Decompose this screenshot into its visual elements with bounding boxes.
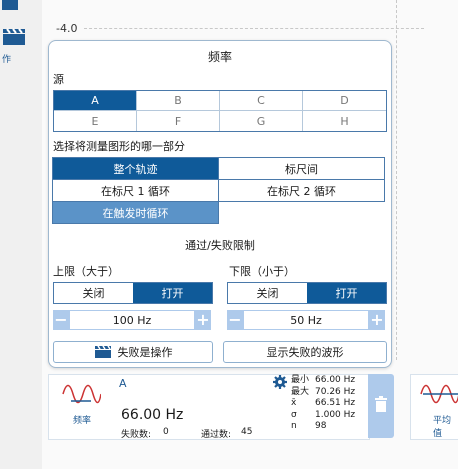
part-ruler1-cycle-button[interactable]: 在标尺 1 循环 (52, 179, 219, 202)
lower-off-button[interactable]: 关闭 (228, 283, 307, 303)
part-label: 选择将测量图形的哪一部分 (53, 140, 185, 153)
stat-key: n (291, 421, 297, 431)
fail-count-label: 失败数: (121, 430, 152, 440)
stat-value: 66.00 Hz (315, 375, 356, 385)
delete-measurement-button[interactable] (368, 374, 394, 438)
limits-title: 通过/失败限制 (185, 239, 255, 252)
measurement-source: A (119, 377, 127, 390)
gear-icon[interactable] (273, 375, 287, 389)
part-ruler2-cycle-button[interactable]: 在标尺 2 循环 (218, 179, 385, 202)
source-e-button[interactable]: E (54, 111, 137, 131)
stat-value: 66.51 Hz (315, 398, 356, 408)
stat-key: 最小 (291, 375, 310, 385)
source-f-button[interactable]: F (137, 111, 220, 131)
upper-limit-label: 上限（大于） (53, 265, 119, 278)
trash-icon (375, 396, 387, 412)
minus-icon[interactable]: − (53, 310, 69, 330)
stat-value: 1.000 Hz (315, 409, 356, 420)
fail-action-button[interactable]: 失败是操作 (53, 341, 213, 363)
gridline (396, 0, 397, 360)
stat-key: σ (291, 409, 297, 420)
measurement-value: 66.00 Hz (121, 407, 184, 423)
edit-icon[interactable] (2, 0, 18, 10)
stat-value: 70.26 Hz (315, 386, 356, 397)
source-a-button[interactable]: A (54, 91, 137, 111)
lower-limit-value[interactable]: 50 Hz (243, 310, 369, 330)
part-empty-cell (218, 201, 385, 224)
clapperboard-icon (94, 345, 111, 358)
lower-limit-stepper: − 50 Hz + (227, 310, 385, 330)
source-c-button[interactable]: C (220, 91, 303, 111)
measurement-name: 平均值 (433, 416, 452, 439)
source-grid: A B C D E F G H (53, 90, 387, 132)
upper-limit-toggle: 关闭 打开 (53, 282, 213, 304)
source-h-button[interactable]: H (303, 111, 386, 131)
part-grid: 整个轨迹 标尺间 在标尺 1 循环 在标尺 2 循环 在触发时循环 (52, 157, 385, 224)
left-toolbar: 作 (0, 0, 42, 469)
stats-keys: 最小 最大 x̄ σ n (291, 375, 309, 433)
show-failed-waveforms-button[interactable]: 显示失败的波形 (223, 341, 387, 363)
pass-count: 45 (241, 427, 253, 437)
part-between-rulers-button[interactable]: 标尺间 (218, 157, 385, 180)
part-whole-trace-button[interactable]: 整个轨迹 (52, 157, 219, 180)
measurement-card[interactable]: 频率 A 66.00 Hz 失败数: 0 通过数: 45 最小 最大 x̄ σ … (48, 374, 370, 440)
frequency-measurement-dialog: 频率 源 A B C D E F G H 选择将测量图形的哪一部分 整个轨迹 标… (48, 40, 392, 368)
fail-count: 0 (163, 427, 169, 437)
measurement-name: 频率 (73, 416, 92, 426)
measurement-card-average[interactable]: 平均值 (410, 374, 458, 440)
fail-action-label: 失败是操作 (117, 346, 173, 359)
source-d-button[interactable]: D (303, 91, 386, 111)
clapperboard-icon[interactable] (2, 28, 26, 46)
lower-limit-label: 下限（小于） (229, 265, 295, 278)
pass-count-label: 通过数: (201, 430, 232, 440)
part-trigger-cycle-button[interactable]: 在触发时循环 (52, 201, 219, 224)
source-label: 源 (53, 73, 64, 86)
dialog-title: 频率 (207, 50, 232, 64)
source-b-button[interactable]: B (137, 91, 220, 111)
toolbar-label: 作 (2, 55, 12, 65)
stat-value: 98 (315, 421, 327, 431)
average-wave-icon (420, 384, 458, 404)
upper-limit-value[interactable]: 100 Hz (69, 310, 195, 330)
stats-values: 66.00 Hz 70.26 Hz 66.51 Hz 1.000 Hz 98 (315, 375, 355, 433)
source-g-button[interactable]: G (220, 111, 303, 131)
stat-key: x̄ (291, 398, 297, 408)
lower-limit-toggle: 关闭 打开 (227, 282, 387, 304)
upper-off-button[interactable]: 关闭 (54, 283, 133, 303)
plus-icon[interactable]: + (369, 310, 385, 330)
gridline (84, 28, 424, 29)
lower-on-button[interactable]: 打开 (307, 283, 386, 303)
stat-key: 最大 (291, 386, 310, 397)
plus-icon[interactable]: + (195, 310, 211, 330)
frequency-wave-icon (62, 384, 101, 404)
upper-on-button[interactable]: 打开 (133, 283, 212, 303)
minus-icon[interactable]: − (227, 310, 243, 330)
y-axis-tick: -4.0 (56, 22, 78, 35)
upper-limit-stepper: − 100 Hz + (53, 310, 211, 330)
